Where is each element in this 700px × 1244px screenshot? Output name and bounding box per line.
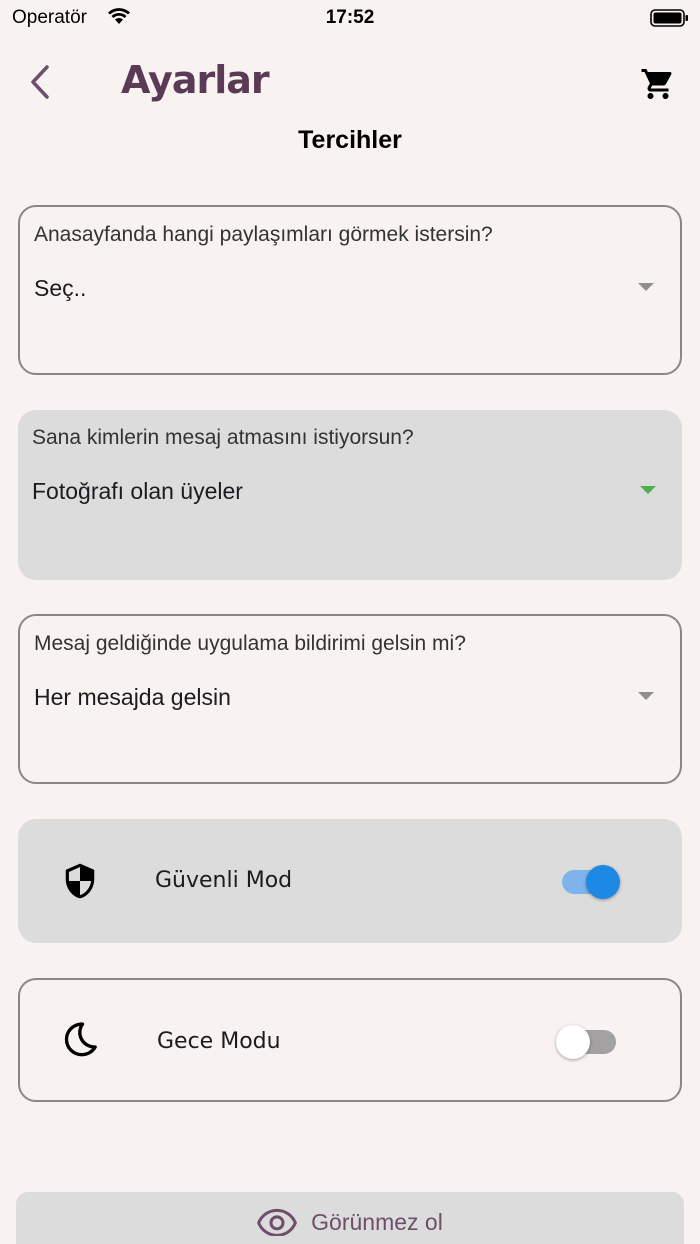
dropdown-arrow-icon xyxy=(638,692,654,700)
dropdown-arrow-icon xyxy=(640,486,656,494)
homepage-posts-dropdown[interactable]: Anasayfanda hangi paylaşımları görmek is… xyxy=(18,205,682,375)
dropdown-value: Her mesajda gelsin xyxy=(34,684,231,710)
shopping-cart-icon xyxy=(641,69,672,99)
cart-button[interactable] xyxy=(636,62,680,106)
message-permission-dropdown[interactable]: Sana kimlerin mesaj atmasını istiyorsun?… xyxy=(18,410,682,580)
eye-icon xyxy=(257,1208,298,1236)
dropdown-value: Fotoğrafı olan üyeler xyxy=(32,478,243,504)
back-button[interactable] xyxy=(20,60,60,104)
status-bar: Operatör 17:52 xyxy=(0,0,700,36)
go-invisible-button[interactable]: Görünmez ol xyxy=(16,1192,684,1244)
moon-icon xyxy=(62,1020,102,1060)
safe-mode-label: Güvenli Mod xyxy=(155,868,293,893)
clock: 17:52 xyxy=(325,7,375,28)
safe-mode-row: Güvenli Mod xyxy=(18,819,682,943)
night-mode-switch[interactable] xyxy=(556,1021,620,1061)
night-mode-label: Gece Modu xyxy=(157,1029,281,1054)
dropdown-arrow-icon xyxy=(638,283,654,291)
dropdown-label: Anasayfanda hangi paylaşımları görmek is… xyxy=(34,223,493,246)
go-invisible-label: Görünmez ol xyxy=(311,1208,443,1235)
dropdown-value: Seç.. xyxy=(34,275,87,301)
notification-dropdown[interactable]: Mesaj geldiğinde uygulama bildirimi gels… xyxy=(18,614,682,784)
night-mode-row: Gece Modu xyxy=(18,978,682,1102)
safe-mode-switch[interactable] xyxy=(560,861,624,901)
switch-thumb xyxy=(556,1025,590,1059)
battery-icon xyxy=(650,8,690,33)
dropdown-label: Sana kimlerin mesaj atmasını istiyorsun? xyxy=(32,426,414,449)
shield-icon xyxy=(60,861,100,901)
page-title: Ayarlar xyxy=(121,58,270,102)
switch-thumb xyxy=(586,865,620,899)
chevron-left-icon xyxy=(31,65,49,99)
button-content: Görünmez ol xyxy=(16,1208,684,1236)
dropdown-label: Mesaj geldiğinde uygulama bildirimi gels… xyxy=(34,632,466,655)
section-title: Tercihler xyxy=(298,126,402,154)
app-bar: Ayarlar xyxy=(0,50,700,120)
